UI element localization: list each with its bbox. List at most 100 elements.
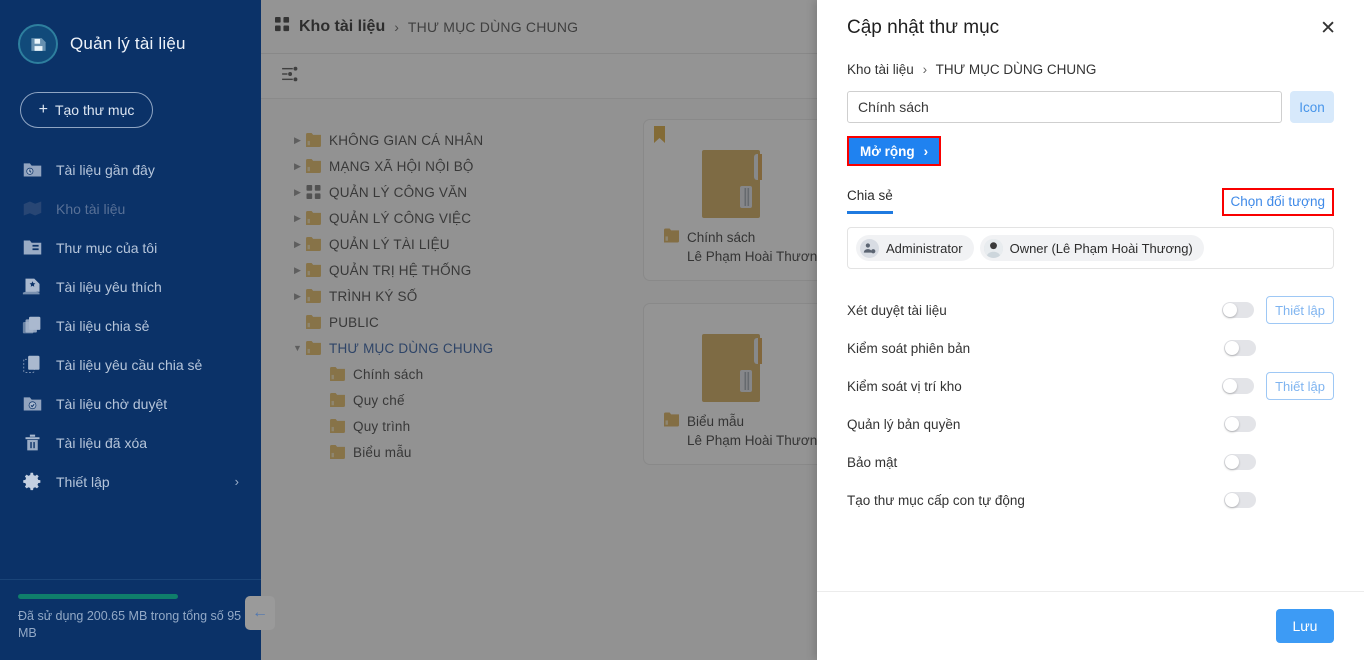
sidebar-item-label: Tài liệu yêu thích [56, 278, 162, 295]
panel-breadcrumb-leaf: THƯ MỤC DÙNG CHUNG [935, 62, 1097, 77]
sidebar-collapse-button[interactable]: ← [245, 596, 275, 630]
pending-approval-icon [22, 393, 43, 414]
panel-footer: Lưu [817, 591, 1364, 660]
sidebar-item-3[interactable]: Tài liệu yêu thích [0, 267, 261, 306]
expand-button-highlight: Mở rộng › [847, 136, 942, 166]
folder-name-row: Icon [847, 91, 1334, 123]
setting-label: Quản lý bản quyền [847, 416, 961, 432]
storage-text: Đã sử dụng 200.65 MB trong tổng số 95 MB [18, 609, 242, 640]
storage-progress-bar [18, 594, 178, 599]
sidebar-item-0[interactable]: Tài liệu gần đây [0, 150, 261, 189]
repository-icon [22, 198, 43, 219]
setting-label: Tạo thư mục cấp con tự động [847, 492, 1025, 508]
update-folder-panel: Cập nhật thư mục ✕ Kho tài liệu › THƯ MỤ… [817, 0, 1364, 660]
storage-info: Đã sử dụng 200.65 MB trong tổng số 95 MB [0, 579, 261, 660]
panel-body: Kho tài liệu › THƯ MỤC DÙNG CHUNG Icon M… [817, 56, 1364, 591]
setting-setup-placeholder [1268, 487, 1334, 513]
sidebar-item-2[interactable]: Thư mục của tôi [0, 228, 261, 267]
chevron-right-icon: › [234, 474, 239, 489]
setting-label: Bảo mật [847, 454, 898, 470]
plus-icon: + [38, 101, 48, 118]
create-folder-button[interactable]: + Tạo thư mục [20, 92, 153, 128]
my-folder-icon [22, 237, 43, 258]
save-button[interactable]: Lưu [1276, 609, 1334, 643]
chip-administrator[interactable]: Administrator [856, 235, 974, 261]
setting-label: Kiểm soát phiên bản [847, 340, 971, 356]
toggle-knob [1225, 455, 1239, 469]
panel-tabs-row: Chia sẻ Chọn đối tượng [847, 188, 1334, 216]
trash-icon [22, 432, 43, 453]
setting-setup-button[interactable]: Thiết lập [1266, 296, 1334, 324]
setting-setup-placeholder [1268, 411, 1334, 437]
sidebar-item-6[interactable]: Tài liệu chờ duyệt [0, 384, 261, 423]
panel-title: Cập nhật thư mục [847, 17, 1000, 38]
favorite-doc-icon [22, 276, 43, 297]
toggle-knob [1223, 379, 1237, 393]
setting-label: Xét duyệt tài liệu [847, 302, 947, 318]
pick-link-highlight: Chọn đối tượng [1221, 188, 1334, 216]
setting-row-0: Xét duyệt tài liệu Thiết lập [847, 291, 1334, 329]
sidebar-item-label: Tài liệu yêu cầu chia sẻ [56, 356, 203, 373]
close-icon[interactable]: ✕ [1314, 15, 1342, 42]
chevron-right-icon: › [923, 143, 929, 159]
chip-administrator-label: Administrator [886, 240, 963, 256]
toggle-knob [1225, 493, 1239, 507]
panel-breadcrumb-root[interactable]: Kho tài liệu [847, 62, 914, 77]
setting-toggle[interactable] [1222, 302, 1254, 318]
toggle-knob [1223, 303, 1237, 317]
shared-doc-icon [22, 315, 43, 336]
sidebar-nav: Tài liệu gần đây Kho tài liệu Thư mục của … [0, 150, 261, 501]
brand: Quản lý tài liệu [0, 0, 261, 70]
expand-button[interactable]: Mở rộng › [849, 138, 940, 164]
create-folder-label: Tạo thư mục [54, 102, 135, 118]
sidebar-item-1[interactable]: Kho tài liệu [0, 189, 261, 228]
sidebar-item-label: Kho tài liệu [56, 200, 126, 217]
setting-row-2: Kiểm soát vị trí kho Thiết lập [847, 367, 1334, 405]
sidebar-item-4[interactable]: Tài liệu chia sẻ [0, 306, 261, 345]
toggle-knob [1225, 417, 1239, 431]
folder-name-input[interactable] [847, 91, 1282, 123]
select-target-link[interactable]: Chọn đối tượng [1231, 194, 1325, 209]
setting-toggle[interactable] [1224, 454, 1256, 470]
toggle-knob [1225, 341, 1239, 355]
setting-toggle[interactable] [1224, 416, 1256, 432]
sidebar-item-label: Thư mục của tôi [56, 239, 158, 256]
tab-share[interactable]: Chia sẻ [847, 188, 893, 214]
sidebar-item-label: Tài liệu chờ duyệt [56, 395, 168, 412]
setting-toggle[interactable] [1222, 378, 1254, 394]
setting-toggle[interactable] [1224, 492, 1256, 508]
modal-overlay[interactable] [261, 0, 817, 660]
sidebar: Quản lý tài liệu + Tạo thư mục Tài liệu … [0, 0, 261, 660]
setting-row-5: Tạo thư mục cấp con tự động [847, 481, 1334, 519]
chip-owner[interactable]: Owner (Lê Phạm Hoài Thương) [979, 235, 1204, 261]
share-request-icon [22, 354, 43, 375]
sidebar-item-5[interactable]: Tài liệu yêu cầu chia sẻ [0, 345, 261, 384]
setting-setup-placeholder [1268, 335, 1334, 361]
setting-setup-button[interactable]: Thiết lập [1266, 372, 1334, 400]
recent-folder-icon [22, 159, 43, 180]
setting-row-3: Quản lý bản quyền [847, 405, 1334, 443]
user-gear-icon [860, 238, 879, 258]
chevron-left-icon: ← [252, 604, 268, 621]
setting-toggle[interactable] [1224, 340, 1256, 356]
sidebar-item-label: Tài liệu đã xóa [56, 434, 148, 451]
folder-settings-list: Xét duyệt tài liệu Thiết lập Kiểm soát phi… [847, 291, 1334, 519]
expand-button-label: Mở rộng [860, 143, 915, 159]
setting-setup-placeholder [1268, 449, 1334, 475]
sidebar-item-7[interactable]: Tài liệu đã xóa [0, 423, 261, 462]
panel-header: Cập nhật thư mục ✕ [817, 0, 1364, 56]
panel-breadcrumb-separator: › [922, 62, 928, 77]
gear-icon [22, 471, 43, 492]
setting-label: Kiểm soát vị trí kho [847, 378, 962, 394]
sidebar-item-label: Thiết lập [56, 473, 110, 490]
app-logo-icon [18, 24, 58, 64]
icon-picker-button[interactable]: Icon [1290, 91, 1334, 123]
sidebar-item-8[interactable]: Thiết lập › [0, 462, 261, 501]
chip-owner-label: Owner (Lê Phạm Hoài Thương) [1009, 240, 1193, 256]
panel-breadcrumb: Kho tài liệu › THƯ MỤC DÙNG CHUNG [847, 62, 1334, 77]
sidebar-item-label: Tài liệu chia sẻ [56, 317, 150, 334]
share-targets-box: Administrator Owner (Lê Phạm Hoài Thương… [847, 227, 1334, 269]
brand-title: Quản lý tài liệu [70, 34, 186, 53]
setting-row-1: Kiểm soát phiên bản [847, 329, 1334, 367]
sidebar-item-label: Tài liệu gần đây [56, 161, 155, 178]
